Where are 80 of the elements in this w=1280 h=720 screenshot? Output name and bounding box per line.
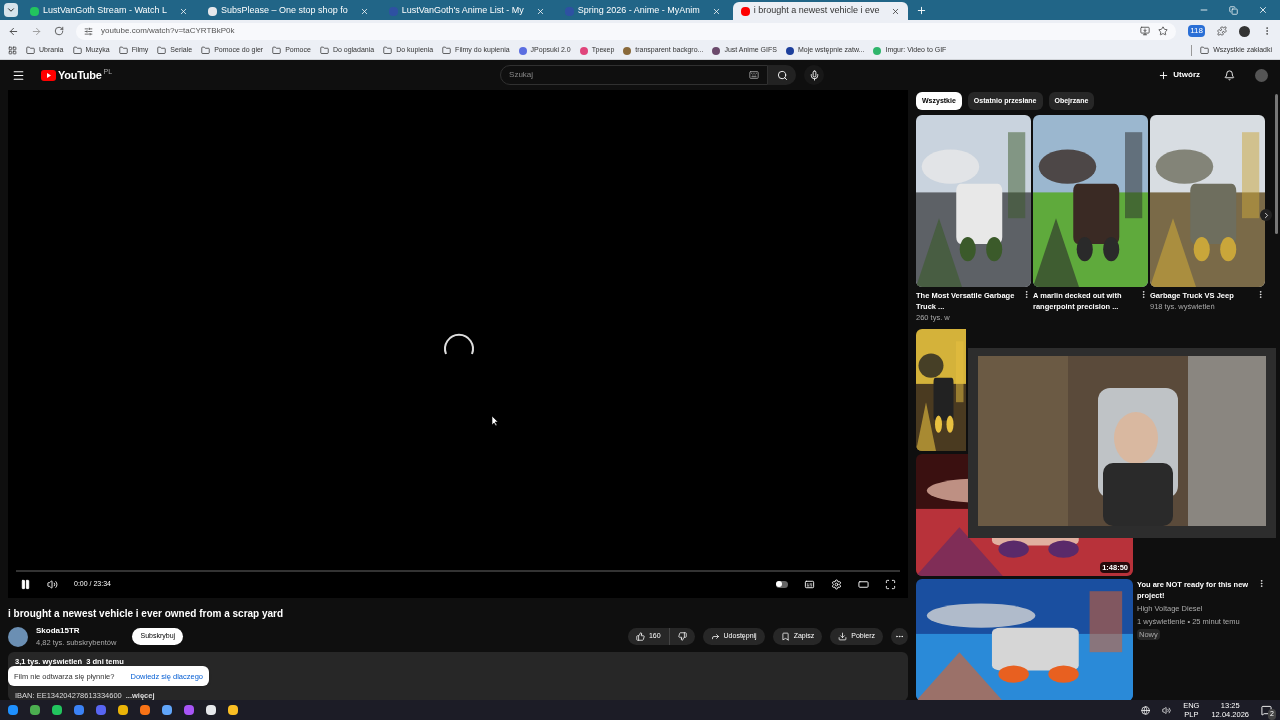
more-icon[interactable] — [1022, 290, 1031, 299]
voice-search-button[interactable] — [804, 65, 825, 85]
favicon-icon — [388, 6, 398, 16]
thumbs-up-icon — [635, 632, 645, 642]
volume-icon[interactable] — [1162, 705, 1172, 715]
install-icon[interactable] — [1140, 26, 1151, 36]
thumbs-down-icon — [677, 632, 687, 642]
bookmark-star-icon[interactable] — [1158, 26, 1169, 36]
folder-icon — [1200, 46, 1210, 55]
taskbar-app-icon[interactable] — [30, 705, 40, 715]
favicon-icon — [30, 6, 39, 16]
pause-icon[interactable] — [20, 578, 31, 590]
browser-tab[interactable]: LustVanGoth's Anime List - My — [380, 2, 553, 20]
site-settings-icon[interactable] — [84, 26, 93, 36]
favicon-icon — [208, 6, 218, 16]
fullscreen-icon[interactable] — [885, 578, 896, 590]
search-icon — [776, 69, 788, 81]
download-icon — [838, 632, 848, 642]
apps-icon[interactable] — [8, 46, 17, 55]
browser-tab[interactable]: SubsPlease – One stop shop fo — [200, 2, 377, 20]
close-icon[interactable] — [891, 6, 901, 16]
settings-icon[interactable] — [831, 578, 842, 590]
folder-icon — [72, 46, 82, 55]
microphone-icon — [808, 69, 820, 81]
folder-icon — [272, 46, 282, 55]
more-icon[interactable] — [1256, 290, 1265, 299]
network-icon[interactable] — [1141, 705, 1151, 715]
favicon-icon — [740, 6, 750, 16]
account-avatar[interactable] — [1255, 68, 1268, 82]
video-title: i brought a newest vehicle i ever owned from a scrap yard — [8, 607, 285, 621]
taskbar-app-icon[interactable] — [52, 705, 62, 715]
folder-icon — [383, 46, 393, 55]
plus-icon — [1158, 69, 1170, 81]
taskbar-app-icon[interactable] — [140, 705, 150, 715]
close-icon[interactable] — [711, 6, 721, 16]
chevron-down-icon — [6, 5, 16, 15]
close-icon[interactable] — [179, 6, 189, 16]
taskbar-app-icon[interactable] — [206, 705, 216, 715]
profile-avatar[interactable] — [1239, 25, 1250, 37]
folder-icon — [319, 46, 329, 55]
folder-icon — [26, 46, 35, 55]
favicon-icon — [564, 6, 574, 16]
browser-tab[interactable]: LustVanGoth Stream - Watch L — [22, 2, 197, 20]
folder-icon — [201, 46, 211, 55]
menu-icon[interactable] — [12, 68, 25, 82]
share-arrow-icon — [710, 632, 720, 642]
more-icon[interactable] — [1257, 579, 1266, 589]
restore-icon[interactable] — [1229, 6, 1238, 15]
address-bar[interactable]: youtube.com/watch?v=taCYRTBkP0k — [76, 22, 1177, 40]
channel-avatar[interactable] — [8, 626, 28, 647]
close-icon[interactable] — [359, 6, 369, 16]
subtitles-icon[interactable] — [804, 578, 815, 590]
taskbar-app-icon[interactable] — [118, 705, 128, 715]
create-button[interactable]: Utwórz — [1158, 69, 1200, 81]
folder-icon — [442, 46, 452, 55]
cursor-icon — [492, 416, 499, 426]
search-button[interactable] — [768, 65, 797, 85]
close-icon[interactable] — [535, 6, 545, 16]
tab-search-button[interactable] — [4, 3, 18, 17]
browser-tab[interactable]: Spring 2026 - Anime - MyAnim — [556, 2, 729, 20]
folder-icon — [118, 46, 128, 55]
play-logo-icon — [41, 69, 56, 81]
extension-badge[interactable]: 118 — [1188, 25, 1205, 37]
autoplay-toggle[interactable] — [776, 580, 788, 588]
taskbar-app-icon[interactable] — [162, 705, 172, 715]
keyboard-icon[interactable] — [749, 70, 760, 80]
bookmark-icon — [780, 632, 790, 642]
extensions-icon[interactable] — [1217, 26, 1227, 36]
reload-icon[interactable] — [54, 26, 64, 36]
back-icon[interactable] — [8, 25, 19, 37]
new-tab-icon[interactable] — [916, 5, 928, 16]
channel-name[interactable]: Skoda15TR — [36, 625, 117, 637]
taskbar-app-icon[interactable] — [228, 705, 238, 715]
volume-icon[interactable] — [47, 578, 58, 590]
folder-icon — [157, 46, 167, 55]
more-icon[interactable] — [1139, 290, 1148, 299]
close-icon[interactable] — [1258, 5, 1268, 15]
browser-tab[interactable]: i brought a newest vehicle i eve — [732, 2, 909, 20]
theater-mode-icon[interactable] — [858, 578, 869, 590]
notifications-icon[interactable] — [1224, 69, 1235, 81]
